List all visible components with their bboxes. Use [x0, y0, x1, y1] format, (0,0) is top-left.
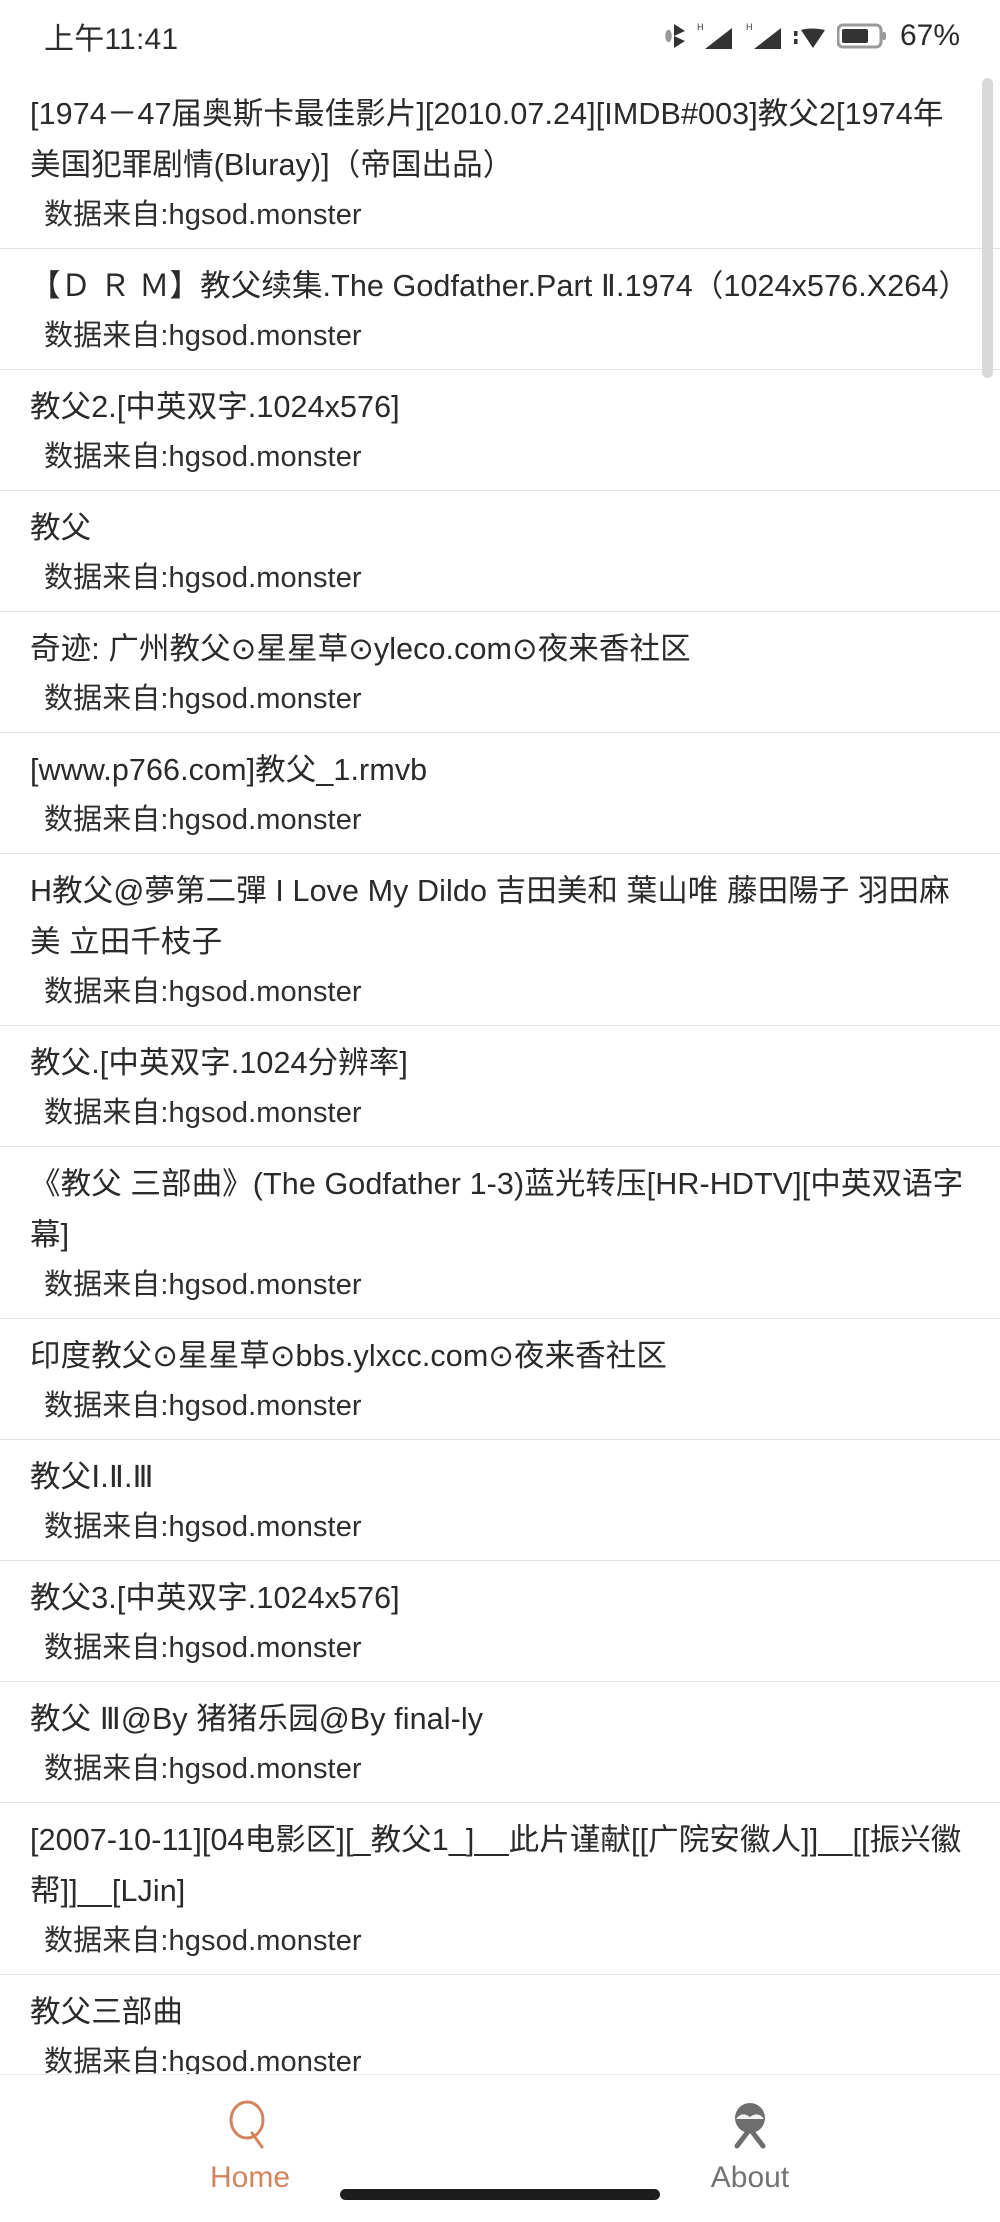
list-item[interactable]: [www.p766.com]教父_1.rmvb 数据来自:hgsod.monste… — [0, 733, 1000, 854]
list-item-title: [www.p766.com]教父_1.rmvb — [30, 753, 428, 787]
tab-home[interactable]: Home — [0, 2075, 500, 2195]
list-item-source: 数据来自:hgsod.monster — [44, 1925, 362, 1957]
tab-home-label: Home — [209, 2161, 291, 2194]
vertical-scrollbar[interactable] — [982, 78, 993, 378]
signal-h-icon: H — [745, 20, 785, 52]
tab-about[interactable]: About — [500, 2075, 1000, 2195]
home-indicator — [340, 2189, 660, 2200]
list-item-title: [1974－47届奥斯卡最佳影片][2010.07.24][IMDB#003]教… — [30, 97, 944, 182]
list-item-title: 奇迹: 广州教父⊙星星草⊙yleco.com⊙夜来香社区 — [30, 632, 691, 666]
battery-percent: 67% — [899, 19, 960, 52]
list-item[interactable]: [2007-10-11][04电影区][_教父1_]__此片谨献[[广院安徽人]… — [0, 1803, 1000, 1975]
status-time: 上午11:41 — [44, 23, 179, 56]
signal-h-icon: H — [696, 20, 736, 52]
list-item[interactable]: 教父2.[中英双字.1024x576] 数据来自:hgsod.monster — [0, 370, 1000, 491]
list-item-source: 数据来自:hgsod.monster — [44, 2046, 362, 2074]
list-item[interactable]: [1974－47届奥斯卡最佳影片][2010.07.24][IMDB#003]教… — [0, 73, 1000, 249]
list-item-title: 教父3.[中英双字.1024x576] — [30, 1581, 400, 1615]
list-item[interactable]: 《教父 三部曲》(The Godfather 1-3)蓝光转压[HR-HDTV]… — [0, 1147, 1000, 1319]
list-item-source: 数据来自:hgsod.monster — [44, 441, 362, 473]
list-item-source: 数据来自:hgsod.monster — [44, 1632, 362, 1664]
list-item[interactable]: 教父3.[中英双字.1024x576] 数据来自:hgsod.monster — [0, 1561, 1000, 1682]
search-icon — [224, 2097, 276, 2155]
list-item[interactable]: H教父@夢第二彈 I Love My Dildo 吉田美和 葉山唯 藤田陽子 羽… — [0, 854, 1000, 1026]
list-item-source: 数据来自:hgsod.monster — [44, 804, 362, 836]
list-item-title: 教父三部曲 — [30, 1995, 183, 2029]
list-item-title: 教父.[中英双字.1024分辨率] — [30, 1046, 408, 1080]
list-item-source: 数据来自:hgsod.monster — [44, 683, 362, 715]
search-results-list: [1974－47届奥斯卡最佳影片][2010.07.24][IMDB#003]教… — [0, 73, 1000, 2074]
app-window: 上午11:41 H H 67% [1974－47届奥斯卡最佳影片][2010.0… — [0, 0, 1000, 2222]
wifi-icon — [793, 21, 828, 51]
list-item[interactable]: 印度教父⊙星星草⊙bbs.ylxcc.com⊙夜来香社区数据来自:hgsod.m… — [0, 1319, 1000, 1440]
list-item-source: 数据来自:hgsod.monster — [44, 1390, 362, 1422]
list-item-title: H教父@夢第二彈 I Love My Dildo 吉田美和 葉山唯 藤田陽子 羽… — [30, 874, 950, 959]
list-item-source: 数据来自:hgsod.monster — [44, 1269, 362, 1301]
list-item[interactable]: 【Ｄ Ｒ Ｍ】教父续集.The Godfather.Part Ⅱ.1974（10… — [0, 249, 1000, 370]
list-item-title: 教父 Ⅲ@By 猪猪乐园@By final-ly — [30, 1702, 484, 1736]
list-item-title: 【Ｄ Ｒ Ｍ】教父续集.The Godfather.Part Ⅱ.1974（10… — [30, 269, 970, 303]
list-item[interactable]: 教父 Ⅲ@By 猪猪乐园@By final-ly 数据来自:hgsod.monst… — [0, 1682, 1000, 1803]
list-item-title: 教父Ⅰ.Ⅱ.Ⅲ — [30, 1460, 154, 1494]
list-item-title: 《教父 三部曲》(The Godfather 1-3)蓝光转压[HR-HDTV]… — [30, 1167, 964, 1252]
list-item[interactable]: 教父Ⅰ.Ⅱ.Ⅲ 数据来自:hgsod.monster — [0, 1440, 1000, 1561]
list-item-source: 数据来自:hgsod.monster — [44, 1753, 362, 1785]
list-item[interactable]: 奇迹: 广州教父⊙星星草⊙yleco.com⊙夜来香社区数据来自:hgsod.m… — [0, 612, 1000, 733]
list-item-source: 数据来自:hgsod.monster — [44, 976, 362, 1008]
list-item-source: 数据来自:hgsod.monster — [44, 199, 362, 231]
search-results-scroll-area[interactable]: [1974－47届奥斯卡最佳影片][2010.07.24][IMDB#003]教… — [0, 72, 1000, 2074]
list-item-title: [2007-10-11][04电影区][_教父1_]__此片谨献[[广院安徽人]… — [30, 1823, 962, 1908]
status-icons: H H 67% — [665, 19, 960, 53]
list-item[interactable]: 教父三部曲数据来自:hgsod.monster — [0, 1975, 1000, 2074]
svg-text:H: H — [697, 22, 704, 32]
list-item-title: 教父 — [30, 511, 92, 545]
list-item-source: 数据来自:hgsod.monster — [44, 1097, 362, 1129]
bluetooth-icon — [665, 21, 687, 51]
list-item-source: 数据来自:hgsod.monster — [44, 562, 362, 594]
list-item[interactable]: 教父数据来自:hgsod.monster — [0, 491, 1000, 612]
battery-icon — [836, 22, 887, 50]
list-item-source: 数据来自:hgsod.monster — [44, 320, 362, 352]
list-item-source: 数据来自:hgsod.monster — [44, 1511, 362, 1543]
status-bar: 上午11:41 H H 67% — [0, 0, 1000, 72]
list-item[interactable]: 教父.[中英双字.1024分辨率] 数据来自:hgsod.monster — [0, 1026, 1000, 1147]
person-icon — [724, 2097, 776, 2155]
svg-text:H: H — [746, 22, 753, 32]
tab-about-label: About — [710, 2161, 790, 2194]
list-item-title: 教父2.[中英双字.1024x576] — [30, 390, 400, 424]
list-item-title: 印度教父⊙星星草⊙bbs.ylxcc.com⊙夜来香社区 — [30, 1339, 667, 1373]
